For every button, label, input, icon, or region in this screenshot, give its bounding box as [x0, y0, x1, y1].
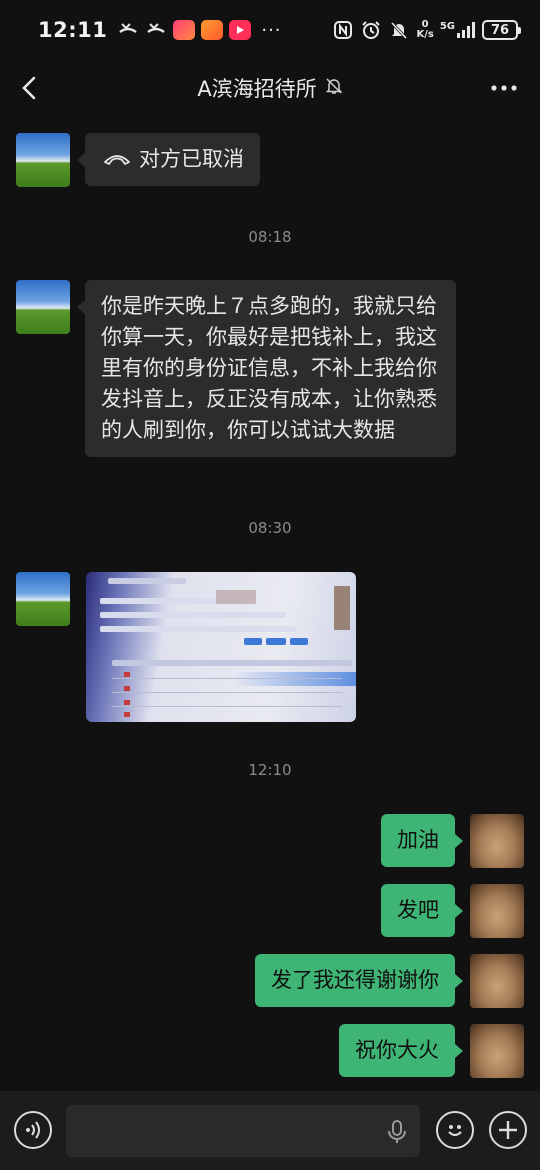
screenshot-blur-patch	[216, 590, 256, 604]
status-right-icons: 0 K/s 5G 76	[332, 19, 521, 41]
screenshot-table-row	[112, 706, 342, 707]
chevron-left-icon	[22, 76, 36, 100]
more-options-button[interactable]	[488, 72, 520, 104]
voice-wave-icon	[26, 1121, 40, 1139]
screenshot-blur-patch	[334, 586, 350, 630]
status-time: 12:11	[38, 18, 108, 42]
message-list[interactable]: 对方已取消 08:18 你是昨天晚上７点多跑的，我就只给你算一天，你最好是把钱补…	[0, 116, 540, 1091]
bell-off-icon	[325, 77, 343, 99]
battery-indicator: 76	[482, 20, 521, 40]
contact-avatar[interactable]	[16, 133, 70, 187]
contact-avatar[interactable]	[16, 280, 70, 334]
back-button[interactable]	[14, 72, 46, 104]
screenshot-red-mark	[124, 700, 130, 705]
screenshot-header-strip	[108, 578, 186, 584]
shopping-app-icon-2	[201, 20, 224, 40]
my-avatar[interactable]	[470, 1024, 524, 1078]
more-notifications-icon: ···	[261, 19, 282, 41]
signal-icon: 5G	[440, 21, 476, 39]
my-avatar[interactable]	[470, 884, 524, 938]
silent-icon	[388, 19, 410, 41]
video-app-icon	[229, 20, 252, 40]
outgoing-text-bubble[interactable]: 发吧	[381, 884, 463, 937]
screenshot-field-row	[100, 626, 296, 632]
chat-title: A滨海招待所	[197, 77, 317, 101]
missed-call-icon-2	[145, 19, 167, 41]
message-text: 你是昨天晚上７点多跑的，我就只给你算一天，你最好是把钱补上，我这里有你的身份证信…	[101, 294, 437, 442]
chat-title-group: A滨海招待所	[197, 73, 342, 103]
chat-header: A滨海招待所	[0, 60, 540, 116]
message-text: 发了我还得谢谢你	[271, 968, 439, 992]
plus-icon	[499, 1121, 517, 1139]
smiley-icon	[448, 1125, 462, 1137]
call-status-text: 对方已取消	[139, 147, 244, 171]
more-functions-button[interactable]	[489, 1111, 527, 1149]
message-timestamp: 08:30	[248, 519, 292, 537]
emoji-button[interactable]	[436, 1111, 474, 1149]
missed-call-icon	[117, 19, 139, 41]
phone-hangup-icon	[103, 144, 131, 175]
screenshot-red-mark	[124, 712, 130, 717]
screenshot-highlight	[236, 672, 356, 686]
message-text: 加油	[397, 828, 439, 852]
screenshot-field-row	[100, 612, 286, 618]
screenshot-button	[266, 638, 286, 645]
screenshot-table-row	[112, 692, 342, 693]
message-text: 发吧	[397, 898, 439, 922]
screenshot-table-header	[112, 660, 352, 666]
nfc-icon	[332, 19, 354, 41]
screenshot-button	[290, 638, 308, 645]
image-message[interactable]	[86, 572, 356, 722]
contact-avatar[interactable]	[16, 572, 70, 626]
voice-mode-button[interactable]	[14, 1111, 52, 1149]
message-timestamp: 12:10	[248, 761, 292, 779]
alarm-icon	[360, 19, 382, 41]
message-timestamp: 08:18	[248, 228, 292, 246]
status-bar: 12:11 ··· 0 K/s 5G 76	[0, 0, 540, 60]
status-left-icons: ···	[117, 19, 281, 41]
outgoing-text-bubble[interactable]: 祝你大火	[339, 1024, 463, 1077]
outgoing-text-bubble[interactable]: 发了我还得谢谢你	[255, 954, 463, 1007]
message-input[interactable]	[66, 1105, 420, 1157]
screenshot-button	[244, 638, 262, 645]
input-bar	[0, 1091, 540, 1170]
call-cancelled-bubble[interactable]: 对方已取消	[77, 133, 260, 186]
my-avatar[interactable]	[470, 814, 524, 868]
screenshot-red-mark	[124, 686, 130, 691]
screenshot-table-row	[112, 678, 342, 679]
screenshot-red-mark	[124, 672, 130, 677]
microphone-icon[interactable]	[384, 1119, 410, 1145]
more-dots-icon	[491, 85, 517, 91]
incoming-text-bubble[interactable]: 你是昨天晚上７点多跑的，我就只给你算一天，你最好是把钱补上，我这里有你的身份证信…	[77, 280, 456, 457]
network-speed: 0 K/s	[416, 19, 434, 40]
outgoing-text-bubble[interactable]: 加油	[381, 814, 463, 867]
message-text: 祝你大火	[355, 1038, 439, 1062]
shopping-app-icon	[173, 20, 196, 40]
my-avatar[interactable]	[470, 954, 524, 1008]
